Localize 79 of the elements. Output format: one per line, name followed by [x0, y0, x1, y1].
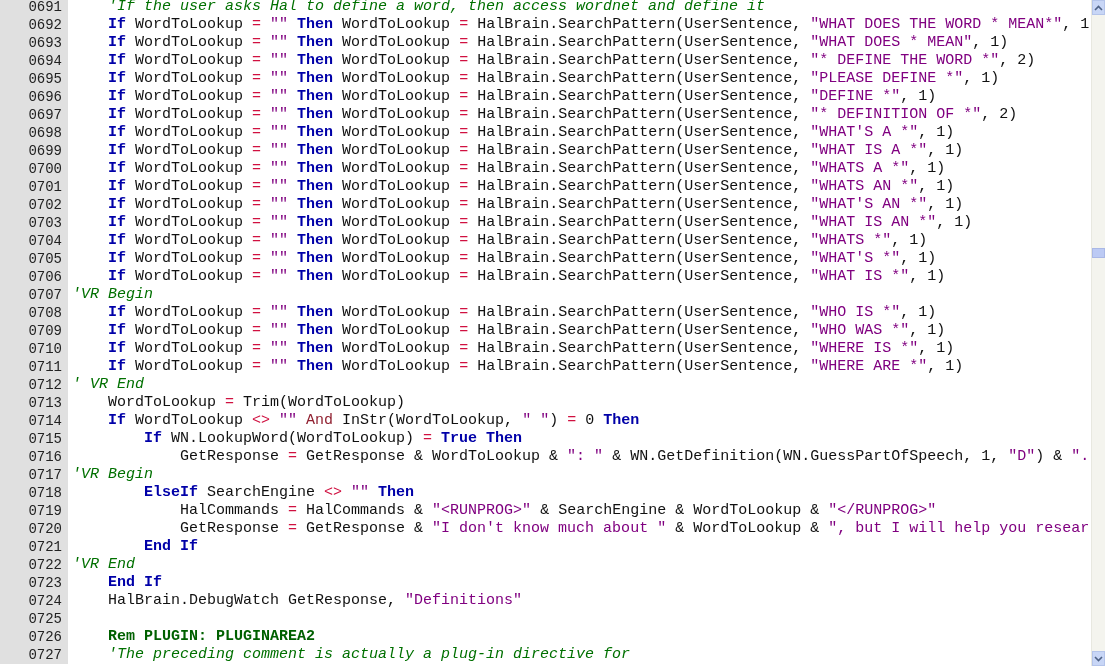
code-line: If WordToLookup = "" Then WordToLookup = HalBrain.SearchPattern(UserSentence, "WHO IS *", 1) — [107, 304, 937, 322]
code-line: If WordToLookup = "" Then WordToLookup = HalBrain.SearchPattern(UserSentence, "WHAT IS AN *", 1) — [107, 214, 973, 232]
line-number: 0703 — [28, 214, 62, 232]
line-number: 0722 — [28, 556, 62, 574]
line-number: 0713 — [28, 394, 62, 412]
scroll-up-button[interactable] — [1092, 0, 1105, 15]
line-number: 0691 — [28, 0, 62, 16]
code-line: WordToLookup = Trim(WordToLookup) — [107, 394, 406, 412]
code-line: If WordToLookup = "" Then WordToLookup = HalBrain.SearchPattern(UserSentence, "WHAT IS *", 1) — [107, 268, 946, 286]
code-line: HalBrain.DebugWatch GetResponse, "Definitions" — [107, 592, 523, 610]
line-number: 0695 — [28, 70, 62, 88]
code-line: HalCommands = HalCommands & "<RUNPROG>" & SearchEngine & WordToLookup & "</RUNPROG>" — [179, 502, 937, 520]
code-line: If WordToLookup = "" Then WordToLookup = HalBrain.SearchPattern(UserSentence, "* DEFINE THE WORD *", 2) — [107, 52, 1036, 70]
code-line: If WordToLookup = "" Then WordToLookup = HalBrain.SearchPattern(UserSentence, "WHAT'S *", 1) — [107, 250, 937, 268]
line-number: 0708 — [28, 304, 62, 322]
code-line: 'VR Begin — [72, 466, 153, 484]
code-line: If WordToLookup = "" Then WordToLookup = HalBrain.SearchPattern(UserSentence, "WHAT DOES * MEAN", 1) — [107, 34, 1009, 52]
scroll-thumb[interactable] — [1092, 248, 1105, 258]
line-number: 0723 — [28, 574, 62, 592]
line-number: 0710 — [28, 340, 62, 358]
code-line: ' VR End — [72, 376, 144, 394]
code-line: If WordToLookup = "" Then WordToLookup = HalBrain.SearchPattern(UserSentence, "WHATS *", 1) — [107, 232, 928, 250]
line-number: 0694 — [28, 52, 62, 70]
code-line: End If — [143, 538, 199, 556]
line-number: 0726 — [28, 628, 62, 646]
code-line: ElseIf SearchEngine <> "" Then — [143, 484, 415, 502]
line-number: 0718 — [28, 484, 62, 502]
line-number: 0699 — [28, 142, 62, 160]
code-line: If WordToLookup = "" Then WordToLookup = HalBrain.SearchPattern(UserSentence, "DEFINE *", 1) — [107, 88, 937, 106]
line-number: 0702 — [28, 196, 62, 214]
code-line: 'VR End — [72, 556, 135, 574]
code-line: Rem PLUGIN: PLUGINAREA2 — [107, 628, 316, 646]
line-number: 0712 — [28, 376, 62, 394]
line-number: 0720 — [28, 520, 62, 538]
code-line: If WordToLookup = "" Then WordToLookup = HalBrain.SearchPattern(UserSentence, "WHERE IS *", 1) — [107, 340, 955, 358]
code-line: If WordToLookup = "" Then WordToLookup = HalBrain.SearchPattern(UserSentence, "WHAT'S A *", 1) — [107, 124, 955, 142]
line-number: 0705 — [28, 250, 62, 268]
vertical-scrollbar[interactable] — [1091, 0, 1105, 666]
code-line: If WordToLookup = "" Then WordToLookup = HalBrain.SearchPattern(UserSentence, "WHAT DOES THE WORD * MEAN*", 1 — [107, 16, 1090, 34]
line-number: 0719 — [28, 502, 62, 520]
line-number: 0714 — [28, 412, 62, 430]
line-number: 0701 — [28, 178, 62, 196]
line-number: 0693 — [28, 34, 62, 52]
line-number: 0697 — [28, 106, 62, 124]
scroll-down-button[interactable] — [1092, 651, 1105, 666]
code-line: 'VR Begin — [72, 286, 153, 304]
line-number: 0707 — [28, 286, 62, 304]
code-line: If WordToLookup = "" Then WordToLookup = HalBrain.SearchPattern(UserSentence, "WHAT'S AN *", 1) — [107, 196, 964, 214]
code-line: GetResponse = GetResponse & WordToLookup & ": " & WN.GetDefinition(WN.GuessPartOfSpeech, 1, "D") & ". — [179, 448, 1090, 466]
line-number: 0709 — [28, 322, 62, 340]
line-number: 0692 — [28, 16, 62, 34]
line-number: 0725 — [28, 610, 62, 628]
code-line: If WordToLookup = "" Then WordToLookup = HalBrain.SearchPattern(UserSentence, "WHERE ARE *", 1) — [107, 358, 964, 376]
code-line: If WordToLookup = "" Then WordToLookup = HalBrain.SearchPattern(UserSentence, "WHO WAS *", 1) — [107, 322, 946, 340]
line-number: 0715 — [28, 430, 62, 448]
line-number: 0696 — [28, 88, 62, 106]
line-number: 0721 — [28, 538, 62, 556]
line-number: 0698 — [28, 124, 62, 142]
code-line: If WordToLookup = "" Then WordToLookup = HalBrain.SearchPattern(UserSentence, "PLEASE DEFINE *", 1) — [107, 70, 1000, 88]
code-line: If WN.LookupWord(WordToLookup) = True Then — [143, 430, 523, 448]
line-number: 0700 — [28, 160, 62, 178]
code-line: If WordToLookup = "" Then WordToLookup = HalBrain.SearchPattern(UserSentence, "WHATS AN *", 1) — [107, 178, 955, 196]
line-number: 0717 — [28, 466, 62, 484]
code-line: If WordToLookup = "" Then WordToLookup = HalBrain.SearchPattern(UserSentence, "WHATS A *", 1) — [107, 160, 946, 178]
line-number: 0727 — [28, 646, 62, 664]
line-number: 0716 — [28, 448, 62, 466]
code-editor[interactable] — [0, 0, 1105, 666]
code-line: If WordToLookup <> "" And InStr(WordToLookup, " ") = 0 Then — [107, 412, 640, 430]
code-line: If WordToLookup = "" Then WordToLookup = HalBrain.SearchPattern(UserSentence, "WHAT IS A *", 1) — [107, 142, 964, 160]
code-line: End If — [107, 574, 162, 592]
code-line: 'The preceding comment is actually a plug-in directive for — [107, 646, 631, 664]
line-number: 0711 — [28, 358, 62, 376]
line-number: 0704 — [28, 232, 62, 250]
code-line: If WordToLookup = "" Then WordToLookup = HalBrain.SearchPattern(UserSentence, "* DEFINITION OF *", 2) — [107, 106, 1018, 124]
code-line: GetResponse = GetResponse & "I don't know much about " & WordToLookup & ", but I will help you resear — [179, 520, 1090, 538]
chevron-up-icon — [1094, 4, 1103, 11]
line-number: 0724 — [28, 592, 62, 610]
chevron-down-icon — [1094, 655, 1103, 662]
line-number: 0706 — [28, 268, 62, 286]
